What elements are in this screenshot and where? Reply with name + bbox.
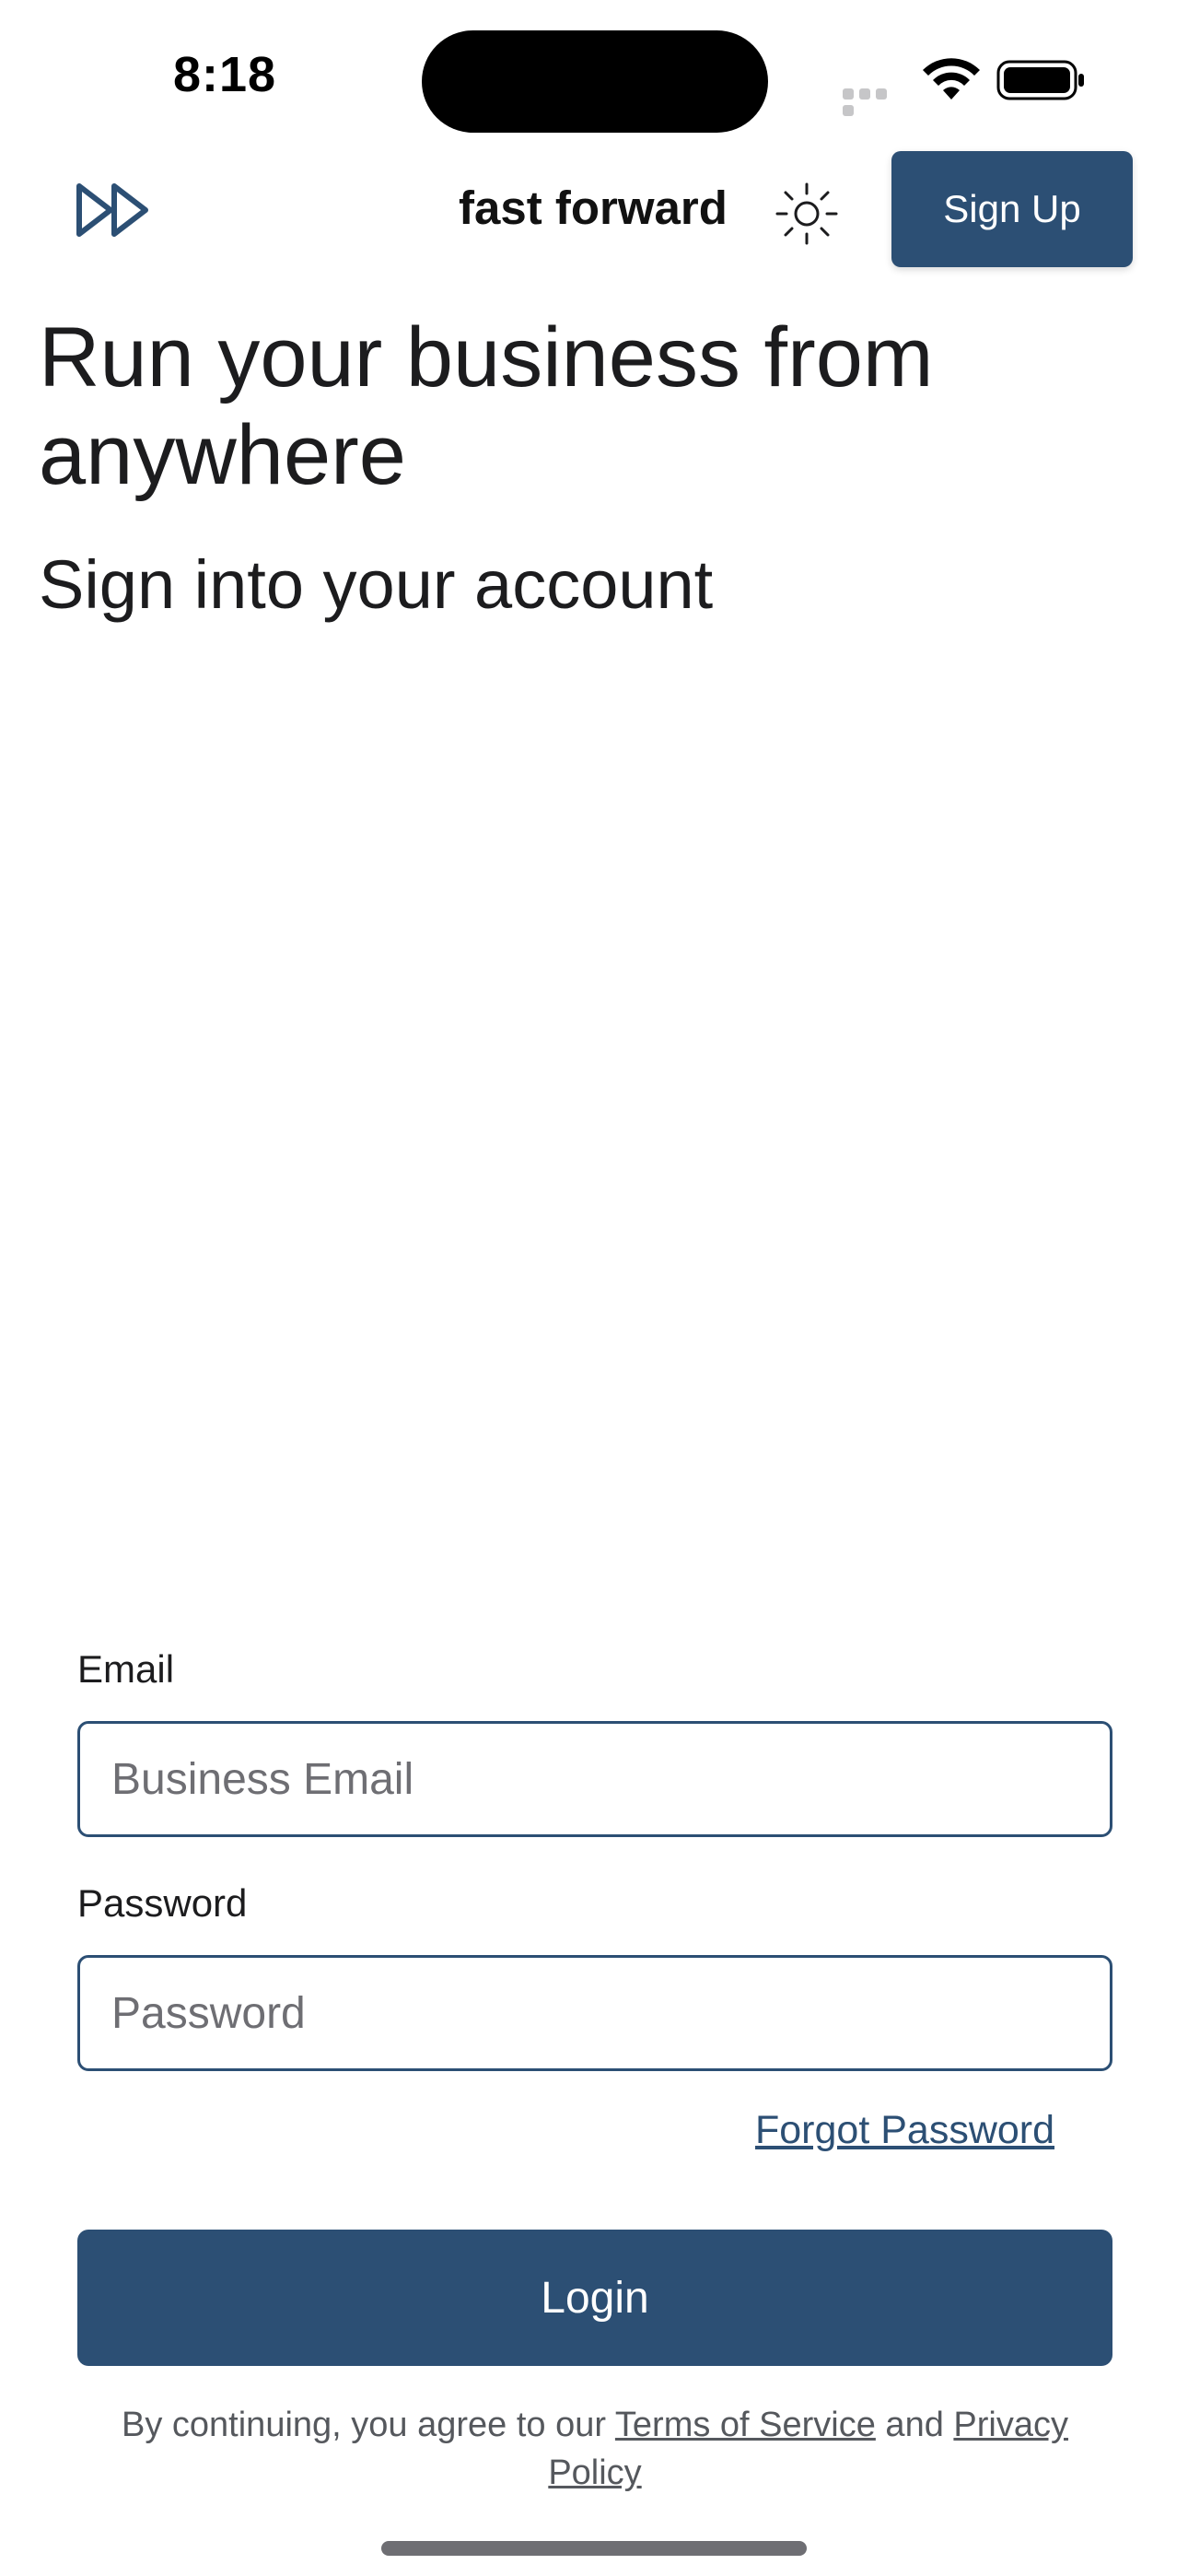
page-subtitle: Sign into your account <box>39 546 714 623</box>
terms-of-service-link[interactable]: Terms of Service <box>615 2406 876 2444</box>
status-time: 8:18 <box>173 47 277 102</box>
battery-icon <box>996 60 1084 100</box>
password-field[interactable] <box>77 1955 1112 2071</box>
legal-middle: and <box>875 2406 954 2444</box>
legal-prefix: By continuing, you agree to our <box>122 2406 615 2444</box>
page-title: Run your business from anywhere <box>39 310 934 502</box>
dynamic-island <box>422 30 768 133</box>
fast-forward-icon[interactable] <box>74 181 153 240</box>
sign-up-button[interactable]: Sign Up <box>891 151 1133 267</box>
email-field[interactable] <box>77 1721 1112 1837</box>
login-screen: 8:18 fast forward Sign Up Run your busin… <box>0 0 1188 2576</box>
home-indicator[interactable] <box>381 2541 807 2556</box>
wifi-icon <box>923 58 980 100</box>
login-button[interactable]: Login <box>77 2230 1112 2366</box>
cellular-signal-icon <box>843 88 907 116</box>
password-label: Password <box>77 1881 248 1925</box>
legal-notice: By continuing, you agree to our Terms of… <box>77 2401 1112 2497</box>
brand-name: fast forward <box>459 181 728 234</box>
forgot-password-link[interactable]: Forgot Password <box>755 2108 1124 2153</box>
sun-icon[interactable] <box>774 181 840 247</box>
email-label: Email <box>77 1647 175 1691</box>
